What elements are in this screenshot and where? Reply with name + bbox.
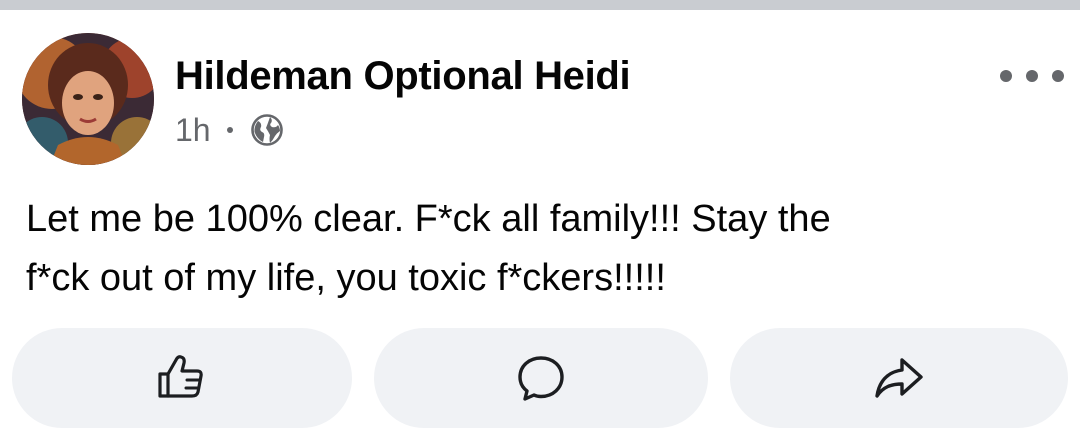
post-timestamp[interactable]: 1h [175,112,211,149]
thumbs-up-icon [158,355,203,398]
share-button[interactable] [730,328,1068,428]
post-text-line: f*ck out of my life, you toxic f*ckers!!… [26,257,666,299]
post-body-text: Let me be 100% clear. F*ck all family!!!… [26,190,1056,308]
like-button[interactable] [12,328,352,428]
top-divider [0,0,1080,10]
comment-bubble-icon [518,356,564,401]
meta-separator-dot [226,127,233,133]
post-meta: 1h [175,110,283,150]
comment-button[interactable] [374,328,708,428]
post-card: Hildeman Optional Heidi 1h Let me be 100… [0,0,1080,439]
post-author-name[interactable]: Hildeman Optional Heidi [175,54,631,99]
more-options-button[interactable] [1000,58,1064,94]
more-dot [1026,70,1038,82]
more-dot [1000,70,1012,82]
more-dot [1052,70,1064,82]
avatar-portrait [22,33,154,165]
avatar[interactable] [22,33,154,165]
post-text-line: Let me be 100% clear. F*ck all family!!!… [26,198,831,240]
globe-icon[interactable] [250,114,283,146]
share-arrow-icon [875,358,923,398]
